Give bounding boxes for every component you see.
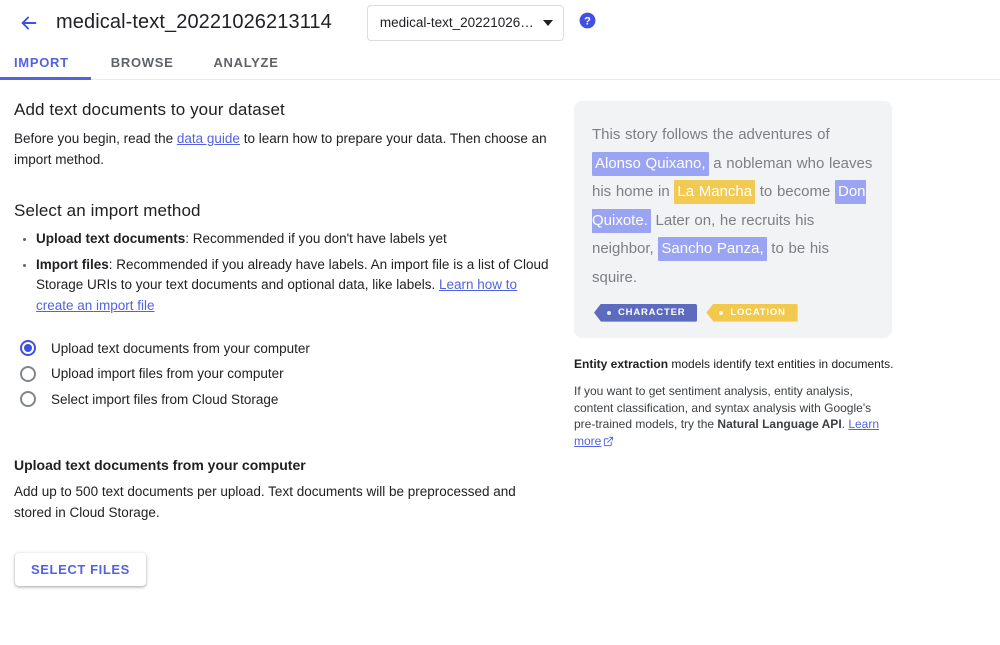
add-documents-heading: Add text documents to your dataset bbox=[14, 100, 285, 119]
method-term: Import files bbox=[36, 256, 109, 272]
info-panel: This story follows the adventures of Alo… bbox=[570, 80, 1000, 586]
natural-language-api-label: Natural Language API bbox=[717, 417, 842, 432]
legend-chip-location: LOCATION bbox=[706, 303, 798, 322]
dataset-select-value: medical-text_2022102621… bbox=[379, 15, 535, 30]
info-note-line1: Entity extraction models identify text e… bbox=[574, 356, 904, 373]
info-note: Entity extraction models identify text e… bbox=[574, 356, 904, 452]
help-button[interactable]: ? bbox=[577, 12, 599, 34]
import-method-list: Upload text documents: Recommended if yo… bbox=[14, 229, 556, 316]
radio-upload-import-files[interactable]: Upload import files from your computer bbox=[14, 361, 556, 387]
method-term: Upload text documents bbox=[36, 231, 186, 246]
tab-analyze[interactable]: ANALYZE bbox=[193, 45, 298, 79]
radio-label: Select import files from Cloud Storage bbox=[51, 391, 279, 407]
list-item: Import files: Recommended if you already… bbox=[23, 255, 556, 317]
radio-indicator[interactable] bbox=[20, 391, 36, 407]
entity-location-la-mancha: La Mancha bbox=[674, 180, 756, 205]
radio-label: Upload import files from your computer bbox=[51, 366, 284, 381]
import-panel: Add text documents to your dataset Befor… bbox=[0, 80, 570, 586]
upload-section-description: Add up to 500 text documents per upload.… bbox=[14, 484, 516, 520]
list-item: Upload text documents: Recommended if yo… bbox=[23, 229, 556, 250]
data-guide-link[interactable]: data guide bbox=[177, 131, 240, 146]
radio-indicator[interactable] bbox=[20, 340, 36, 356]
info-note-rest: models identify text entities in documen… bbox=[668, 356, 894, 371]
page-content: Add text documents to your dataset Befor… bbox=[0, 80, 1000, 586]
page-title: medical-text_20221026213114 bbox=[56, 11, 332, 33]
tab-bar: IMPORT BROWSE ANALYZE bbox=[0, 45, 1000, 80]
radio-upload-text-documents[interactable]: Upload text documents from your computer bbox=[14, 335, 556, 361]
legend-chip-character: CHARACTER bbox=[594, 303, 698, 322]
info-note-bold: Entity extraction bbox=[574, 356, 669, 371]
chevron-down-icon bbox=[542, 19, 553, 26]
chip-label: LOCATION bbox=[730, 307, 786, 319]
import-method-radio-group: Upload text documents from your computer… bbox=[14, 335, 556, 412]
info-note-line2: If you want to get sentiment analysis, e… bbox=[574, 383, 886, 451]
chip-dot-icon bbox=[719, 310, 724, 315]
tab-browse[interactable]: BROWSE bbox=[91, 45, 194, 79]
import-method-heading: Select an import method bbox=[14, 201, 201, 220]
chip-dot-icon bbox=[607, 310, 611, 315]
back-button[interactable] bbox=[14, 8, 44, 38]
dataset-select[interactable]: medical-text_2022102621… bbox=[366, 4, 564, 41]
entity-extraction-example-card: This story follows the adventures of Alo… bbox=[574, 101, 892, 338]
chip-label: CHARACTER bbox=[618, 307, 686, 319]
example-segment-plain: This story follows the adventures of bbox=[592, 126, 830, 143]
tab-import[interactable]: IMPORT bbox=[0, 45, 91, 80]
entity-character-alonso-quixano: Alonso Quixano, bbox=[592, 151, 709, 176]
intro-paragraph: Before you begin, read the data guide to… bbox=[14, 128, 556, 170]
entity-legend: CHARACTER LOCATION bbox=[594, 303, 874, 322]
radio-select-cloud-storage[interactable]: Select import files from Cloud Storage bbox=[14, 386, 556, 412]
radio-label: Upload text documents from your computer bbox=[51, 340, 310, 356]
intro-text-pre: Before you begin, read the bbox=[14, 131, 177, 146]
upload-section-heading: Upload text documents from your computer bbox=[14, 457, 306, 473]
example-text: This story follows the adventures of Alo… bbox=[592, 121, 874, 293]
arrow-left-icon bbox=[18, 12, 40, 34]
entity-character-sancho-panza: Sancho Panza, bbox=[658, 237, 767, 262]
method-desc: : Recommended if you don't have labels y… bbox=[185, 231, 447, 246]
svg-text:?: ? bbox=[584, 15, 591, 27]
radio-indicator[interactable] bbox=[20, 365, 36, 382]
app-header: medical-text_20221026213114 medical-text… bbox=[0, 0, 1000, 45]
select-files-button[interactable]: SELECT FILES bbox=[15, 553, 146, 586]
external-link-icon bbox=[603, 435, 614, 452]
help-circle-icon: ? bbox=[578, 11, 597, 35]
example-segment-plain: to become bbox=[755, 183, 835, 201]
